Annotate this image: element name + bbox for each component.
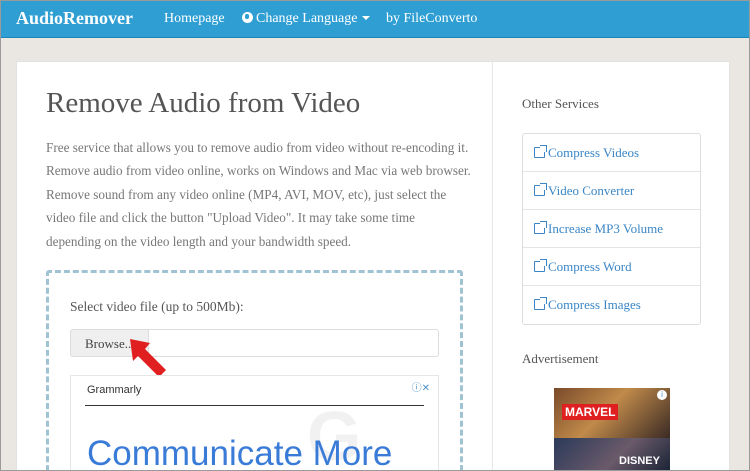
external-link-icon — [534, 221, 547, 234]
nav-change-language-dropdown[interactable]: Change Language — [242, 11, 371, 27]
ad-headline: Communicate More — [87, 434, 393, 471]
advertisement-heading: Advertisement — [522, 351, 599, 366]
ad-brand-label: Grammarly — [87, 384, 142, 396]
inline-ad[interactable]: Grammarly ⓘ✕ G Communicate More — [70, 375, 439, 471]
caret-down-icon — [362, 16, 371, 20]
external-link-icon — [534, 183, 547, 196]
other-services-list: Compress Videos Video Converter Increase… — [522, 133, 701, 325]
ad-info-icon[interactable]: i — [657, 390, 667, 400]
page-title: Remove Audio from Video — [46, 87, 361, 119]
disney-logo: DISNEY — [619, 455, 660, 467]
external-link-icon — [534, 259, 547, 272]
service-link-label: Video Converter — [548, 183, 635, 198]
service-link-compress-images[interactable]: Compress Images — [523, 286, 700, 324]
red-arrow-pointer — [130, 339, 166, 377]
top-navbar: AudioRemover Homepage Change Language by… — [0, 0, 750, 38]
nav-by-fileconverto-link[interactable]: by FileConverto — [386, 11, 477, 27]
external-link-icon — [534, 297, 547, 310]
service-link-compress-word[interactable]: Compress Word — [523, 248, 700, 286]
service-link-label: Compress Word — [548, 259, 632, 274]
service-link-label: Compress Videos — [548, 145, 640, 160]
service-link-increase-mp3-volume[interactable]: Increase MP3 Volume — [523, 210, 700, 248]
nav-homepage-link[interactable]: Homepage — [164, 11, 225, 27]
service-description: Free service that allows you to remove a… — [46, 140, 471, 249]
brand-logo[interactable]: AudioRemover — [16, 8, 133, 29]
nav-change-language-label: Change Language — [256, 11, 358, 26]
column-divider — [492, 61, 493, 471]
service-link-label: Compress Images — [548, 297, 641, 312]
ad-divider — [85, 405, 424, 406]
file-input-label: Select video file (up to 500Mb): — [70, 299, 244, 314]
other-services-heading: Other Services — [522, 96, 599, 111]
globe-icon — [242, 12, 253, 23]
service-link-label: Increase MP3 Volume — [548, 221, 664, 236]
external-link-icon — [534, 145, 547, 158]
service-link-compress-videos[interactable]: Compress Videos — [523, 134, 700, 172]
ad-info-icon[interactable]: ⓘ✕ — [412, 379, 430, 394]
service-link-video-converter[interactable]: Video Converter — [523, 172, 700, 210]
marvel-logo: MARVEL — [562, 404, 619, 420]
sidebar-ad-banner[interactable]: MARVEL DISNEY i — [554, 388, 670, 471]
